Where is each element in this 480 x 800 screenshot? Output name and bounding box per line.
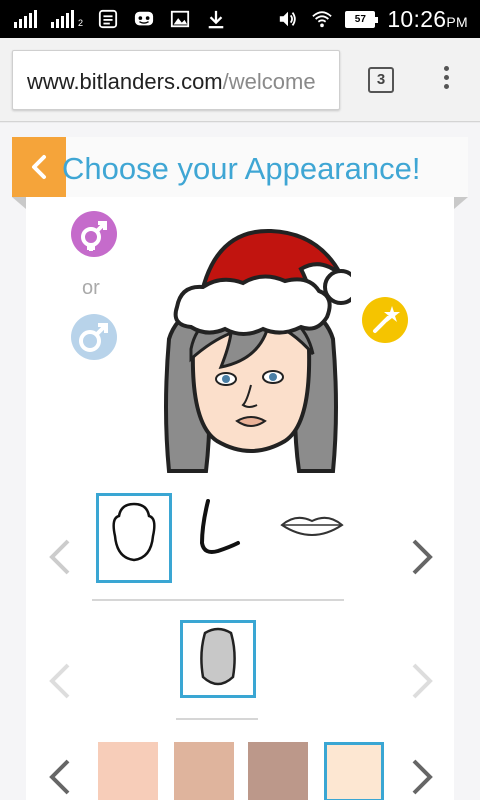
divider — [92, 599, 344, 601]
clock-ampm: PM — [446, 13, 468, 30]
sim2-label: 2 — [78, 18, 84, 28]
url-bar[interactable]: www.bitlanders.com/welcome — [12, 50, 340, 110]
avatar-preview — [164, 228, 351, 473]
skin-swatch[interactable] — [98, 742, 158, 800]
santa-hat-brim — [173, 274, 332, 336]
skin-prev-arrow[interactable] — [46, 757, 74, 797]
skin-swatch[interactable] — [248, 742, 308, 800]
magic-wand-icon — [373, 306, 400, 333]
female-symbol-icon — [81, 221, 107, 251]
feature-prev-arrow[interactable] — [46, 537, 74, 577]
battery-icon: 57 — [345, 10, 379, 28]
page-content: Choose your Appearance! or — [0, 123, 480, 800]
url-path: /welcome — [222, 69, 316, 94]
skin-swatch-selected[interactable] — [324, 742, 384, 800]
volume-icon — [280, 11, 297, 27]
download-icon — [208, 10, 224, 29]
feature-thumb-lips[interactable] — [274, 493, 350, 583]
divider — [176, 718, 258, 720]
signal-icon — [14, 10, 37, 28]
overflow-menu-button[interactable] — [440, 66, 452, 96]
image-icon — [170, 10, 190, 28]
notes-icon — [98, 9, 118, 29]
skin-next-arrow[interactable] — [408, 757, 436, 797]
back-button[interactable] — [12, 137, 66, 197]
chat-icon — [134, 11, 154, 26]
shape-prev-arrow[interactable] — [46, 661, 74, 701]
wifi-icon — [312, 11, 333, 28]
avatar-editor-card: or — [26, 197, 454, 800]
browser-toolbar: www.bitlanders.com/welcome 3 — [0, 38, 480, 122]
male-button[interactable] — [71, 314, 117, 360]
url-host: www.bitlanders.com — [27, 69, 223, 94]
feature-next-arrow[interactable] — [408, 537, 436, 577]
clock: 10:26PM — [387, 6, 468, 33]
skin-swatch[interactable] — [174, 742, 234, 800]
tab-switcher-button[interactable]: 3 — [368, 67, 394, 93]
feature-thumb-face[interactable] — [96, 493, 172, 583]
page-title: Choose your Appearance! — [62, 151, 421, 186]
page-header: Choose your Appearance! — [12, 137, 468, 197]
chevron-left-icon — [32, 155, 46, 179]
signal-icon: 2 — [51, 10, 83, 28]
or-label: or — [82, 277, 100, 299]
male-symbol-icon — [79, 323, 108, 352]
clock-time: 10:26 — [387, 5, 447, 32]
shape-thumb-oval[interactable] — [180, 620, 256, 698]
lips-icon — [280, 516, 344, 536]
lips — [235, 416, 267, 427]
female-button[interactable] — [71, 211, 117, 257]
oval-shape-icon — [200, 627, 236, 686]
nose-icon — [199, 499, 240, 554]
feature-thumb-nose[interactable] — [186, 493, 262, 583]
face-shape-icon — [112, 502, 156, 562]
santa-hat-pompom — [323, 269, 351, 305]
shape-next-arrow[interactable] — [408, 661, 436, 701]
status-bar: 2 57 10:26PM — [0, 0, 480, 38]
randomize-button[interactable] — [362, 297, 408, 343]
